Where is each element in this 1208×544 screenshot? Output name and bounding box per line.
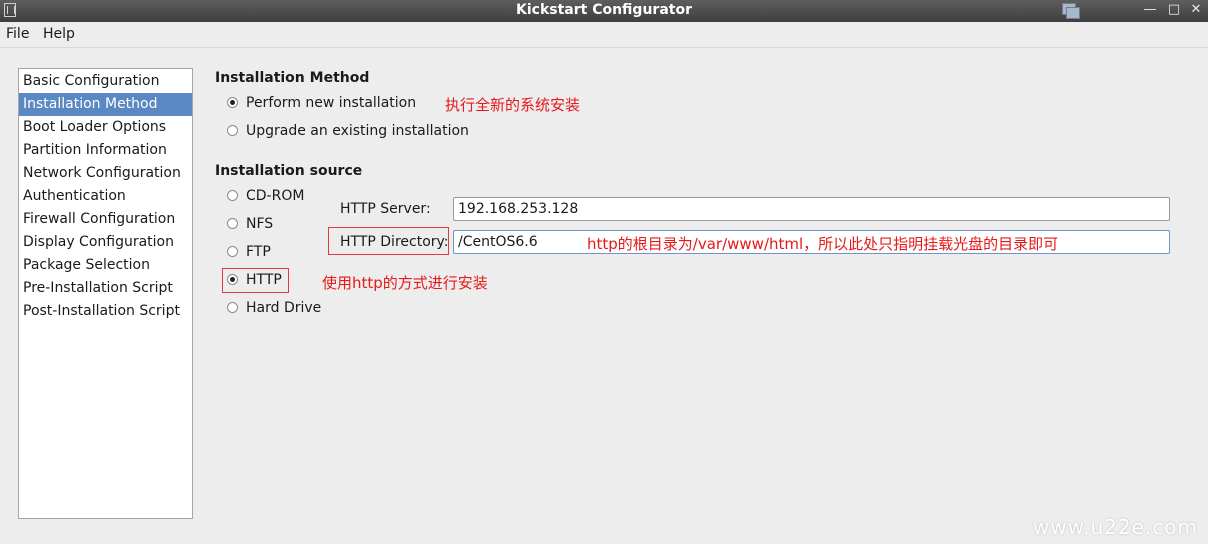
sidebar-item-basic-configuration[interactable]: Basic Configuration xyxy=(19,70,192,93)
http-server-input[interactable] xyxy=(453,197,1170,221)
radio-upgrade-installation[interactable]: Upgrade an existing installation xyxy=(227,120,477,142)
sidebar-item-partition-information[interactable]: Partition Information xyxy=(19,139,192,162)
window-stack-icon[interactable] xyxy=(1060,2,1082,20)
installation-method-heading: Installation Method xyxy=(215,70,370,86)
menu-file[interactable]: File xyxy=(6,26,29,42)
minimize-button[interactable]: — xyxy=(1142,2,1158,18)
maximize-button[interactable]: □ xyxy=(1166,2,1182,18)
radio-unchecked-icon[interactable] xyxy=(227,302,238,313)
section-list: Basic Configuration Installation Method … xyxy=(18,68,193,519)
radio-label: HTTP xyxy=(246,272,282,288)
sidebar-item-pre-installation-script[interactable]: Pre-Installation Script xyxy=(19,277,192,300)
radio-label: FTP xyxy=(246,244,271,260)
radio-checked-icon[interactable] xyxy=(227,97,238,108)
radio-nfs[interactable]: NFS xyxy=(227,213,327,235)
annotation-http-directory: http的根目录为/var/www/html，所以此处只指明挂载光盘的目录即可 xyxy=(587,235,1059,253)
radio-label: Perform new installation xyxy=(246,95,417,111)
radio-hard-drive[interactable]: Hard Drive xyxy=(227,297,327,319)
http-server-label: HTTP Server: xyxy=(340,201,431,217)
menu-help[interactable]: Help xyxy=(43,26,75,42)
radio-unchecked-icon[interactable] xyxy=(227,190,238,201)
radio-unchecked-icon[interactable] xyxy=(227,125,238,136)
close-button[interactable]: ✕ xyxy=(1188,2,1204,18)
annotation-http-method: 使用http的方式进行安装 xyxy=(322,274,488,292)
installation-source-heading: Installation source xyxy=(215,163,363,179)
radio-new-installation[interactable]: Perform new installation xyxy=(227,92,427,114)
radio-cdrom[interactable]: CD-ROM xyxy=(227,185,327,207)
menu-bar: File Help xyxy=(0,22,1208,48)
sidebar-item-display-configuration[interactable]: Display Configuration xyxy=(19,231,192,254)
sidebar-item-authentication[interactable]: Authentication xyxy=(19,185,192,208)
sidebar-item-network-configuration[interactable]: Network Configuration xyxy=(19,162,192,185)
sidebar-item-firewall-configuration[interactable]: Firewall Configuration xyxy=(19,208,192,231)
radio-unchecked-icon[interactable] xyxy=(227,218,238,229)
sidebar-item-package-selection[interactable]: Package Selection xyxy=(19,254,192,277)
radio-label: CD-ROM xyxy=(246,188,305,204)
annotation-new-install: 执行全新的系统安装 xyxy=(445,96,581,114)
radio-label: Upgrade an existing installation xyxy=(246,123,469,139)
sidebar-item-post-installation-script[interactable]: Post-Installation Script xyxy=(19,300,192,323)
title-bar: Kickstart Configurator — □ ✕ xyxy=(0,0,1208,22)
radio-unchecked-icon[interactable] xyxy=(227,246,238,257)
sidebar-item-installation-method[interactable]: Installation Method xyxy=(19,93,192,116)
window-title: Kickstart Configurator xyxy=(516,2,692,18)
sidebar-item-boot-loader-options[interactable]: Boot Loader Options xyxy=(19,116,192,139)
radio-label: NFS xyxy=(246,216,274,232)
radio-ftp[interactable]: FTP xyxy=(227,241,327,263)
radio-http[interactable]: HTTP xyxy=(227,269,287,291)
radio-checked-icon[interactable] xyxy=(227,274,238,285)
http-directory-label: HTTP Directory: xyxy=(340,234,449,250)
radio-label: Hard Drive xyxy=(246,300,322,316)
watermark: www.u22e.com xyxy=(1032,515,1198,539)
